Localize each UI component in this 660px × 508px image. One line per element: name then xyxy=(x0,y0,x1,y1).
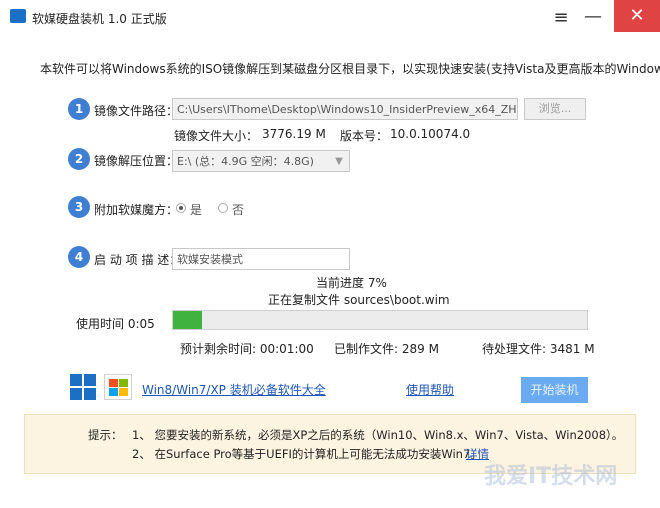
tips-prefix: 提示： xyxy=(88,428,123,442)
made-files-label: 已制作文件: 289 M xyxy=(334,342,439,356)
boot-description-input[interactable]: 软媒安装模式 xyxy=(172,248,350,270)
progress-status-text: 正在复制文件 sources\boot.wim xyxy=(268,293,450,307)
progress-bar xyxy=(172,310,588,330)
start-install-button[interactable]: 开始装机 xyxy=(521,377,588,403)
image-size-label: 镜像文件大小： xyxy=(174,129,259,143)
windows7-logo-icon xyxy=(104,374,132,400)
ruanmei-cube-label: 附加软媒魔方： xyxy=(94,203,179,217)
help-link[interactable]: 使用帮助 xyxy=(406,381,454,398)
pending-files-label: 待处理文件: 3481 M xyxy=(482,342,595,356)
extract-location-select[interactable]: E:\ (总：4.9G 空闲：4.8G) xyxy=(172,150,350,172)
intro-text: 本软件可以将Windows系统的ISO镜像解压到某磁盘分区根目录下，以实现快速安… xyxy=(40,62,660,76)
window-title: 软媒硬盘装机 1.0 正式版 xyxy=(32,12,167,26)
remaining-time-label: 预计剩余时间: 00:01:00 xyxy=(180,342,314,356)
radio-no[interactable] xyxy=(218,203,228,213)
extract-location-label: 镜像解压位置： xyxy=(94,154,179,168)
version-label: 版本号： xyxy=(340,129,389,143)
radio-yes-label: 是 xyxy=(190,203,203,217)
step-2-badge: 2 xyxy=(68,148,90,170)
minimize-button[interactable]: — xyxy=(580,6,606,30)
app-logo-icon xyxy=(10,9,26,23)
close-button[interactable]: ✕ xyxy=(614,0,660,32)
watermark-logo: 我爱IT技术网 xyxy=(484,464,618,489)
step-1-badge: 1 xyxy=(68,98,90,120)
image-path-label: 镜像文件路径： xyxy=(94,104,179,118)
chevron-down-icon[interactable]: ▼ xyxy=(330,152,348,172)
step-3-badge: 3 xyxy=(68,196,90,218)
tip-line-1: 1、 您要安装的新系统，必须是XP之后的系统（Win10、Win8.x、Win7… xyxy=(132,428,624,442)
image-size-value: 3776.19 M xyxy=(262,127,326,141)
step-4-badge: 4 xyxy=(68,246,90,268)
progress-bar-fill xyxy=(173,311,202,329)
menu-button[interactable]: ≡ xyxy=(548,6,574,30)
image-path-field[interactable]: C:\Users\IThome\Desktop\Windows10_Inside… xyxy=(172,98,518,120)
current-progress-label: 当前进度 7% xyxy=(316,276,387,290)
version-value: 10.0.10074.0 xyxy=(390,127,471,141)
browse-button[interactable]: 浏览... xyxy=(524,98,586,120)
radio-yes[interactable] xyxy=(176,203,186,213)
software-collection-link[interactable]: Win8/Win7/XP 装机必备软件大全 xyxy=(142,381,326,398)
tip-line-2: 2、 在Surface Pro等基于UEFI的计算机上可能无法成功安装Win7。 xyxy=(132,447,482,461)
boot-description-label: 启 动 项 描 述： xyxy=(94,253,182,267)
elapsed-time-label: 使用时间 0:05 xyxy=(76,317,155,331)
radio-no-label: 否 xyxy=(232,203,245,217)
windows8-logo-icon xyxy=(70,374,96,400)
